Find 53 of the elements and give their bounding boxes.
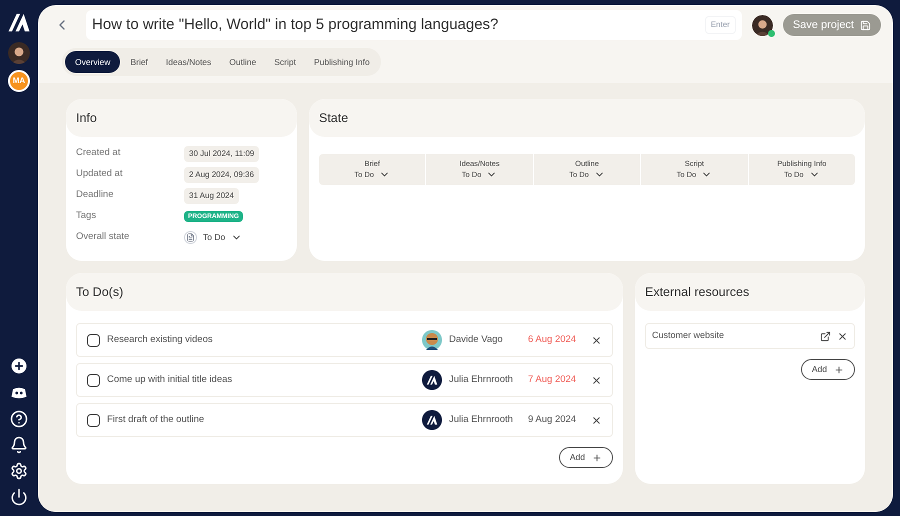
- assignee: Julia Ehrnrooth: [449, 412, 514, 427]
- field-label: Overall state: [76, 230, 130, 244]
- help-icon[interactable]: [10, 410, 28, 428]
- avatar: [422, 330, 442, 350]
- assignee: Davide Vago: [449, 332, 504, 347]
- todo-text: Research existing videos: [107, 332, 214, 347]
- title-field[interactable]: How to write "Hello, World" in top 5 programming languages? Enter: [86, 10, 742, 40]
- field-value: 30 Jul 2024, 11:09: [184, 146, 260, 162]
- due-date: 7 Aug 2024: [528, 372, 578, 387]
- state-select[interactable]: To Do: [184, 231, 242, 244]
- todo-text: Come up with initial title ideas: [107, 372, 234, 387]
- card-title: State: [319, 110, 348, 127]
- save-icon: [860, 20, 871, 30]
- checkbox[interactable]: [87, 334, 100, 346]
- checkbox[interactable]: [87, 374, 100, 386]
- card-title: To Do(s): [76, 284, 124, 301]
- field-value: 31 Aug 2024: [184, 188, 239, 204]
- add-button[interactable]: Add: [558, 447, 613, 468]
- plus-icon: [834, 364, 844, 374]
- close-icon[interactable]: [837, 330, 848, 342]
- close-icon[interactable]: [591, 414, 602, 426]
- add-button[interactable]: Add: [800, 359, 855, 380]
- assignee: Julia Ehrnrooth: [449, 372, 514, 387]
- power-icon[interactable]: [10, 488, 28, 506]
- todo-text: First draft of the outline: [107, 412, 206, 427]
- close-icon[interactable]: [591, 374, 602, 386]
- external-link-icon[interactable]: [820, 330, 831, 342]
- field-label: Updated at: [76, 167, 124, 182]
- due-date: 6 Aug 2024: [528, 332, 578, 347]
- notification-icon[interactable]: [10, 436, 28, 454]
- tab[interactable]: Publishing Info: [306, 51, 378, 73]
- tab[interactable]: Ideas/Notes: [158, 51, 220, 73]
- card-title: Info: [76, 110, 97, 127]
- tab[interactable]: Overview: [65, 51, 120, 73]
- avatar: [8, 42, 30, 64]
- close-icon[interactable]: [591, 334, 602, 346]
- tab[interactable]: Brief: [122, 51, 156, 73]
- card-title: External resources: [645, 284, 750, 301]
- checkbox[interactable]: [87, 414, 100, 426]
- field-label: Created at: [76, 146, 122, 160]
- avatar: [752, 14, 773, 36]
- enter-hint: Enter: [704, 16, 736, 34]
- field-label: Tags: [76, 209, 98, 224]
- tab[interactable]: Script: [266, 51, 304, 73]
- field-value: 2 Aug 2024, 09:36: [184, 166, 259, 182]
- plus-icon: [592, 452, 602, 462]
- resource-link[interactable]: Customer website: [652, 329, 814, 343]
- due-date: 9 Aug 2024: [528, 412, 578, 427]
- tab[interactable]: Outline: [221, 51, 264, 73]
- document-icon: [184, 231, 197, 244]
- field-label: Deadline: [76, 188, 114, 202]
- add-icon[interactable]: [9, 356, 29, 376]
- settings-icon[interactable]: [10, 462, 28, 480]
